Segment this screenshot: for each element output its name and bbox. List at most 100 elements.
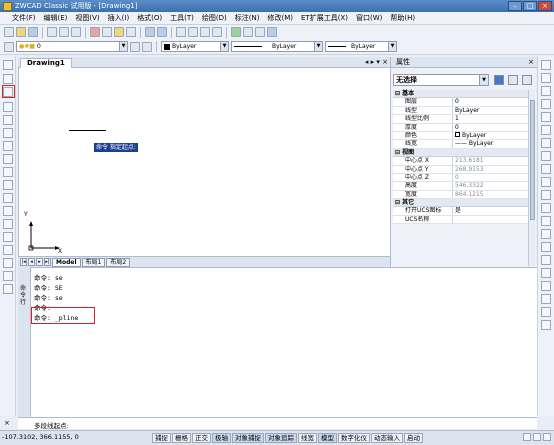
property-row[interactable]: 图层 0 xyxy=(393,98,528,107)
tab-layout1[interactable]: 布局1 xyxy=(81,257,106,267)
close-icon[interactable]: × xyxy=(4,419,16,427)
color-combo[interactable]: ByLayer ▼ xyxy=(161,41,229,52)
break-icon[interactable] xyxy=(541,203,551,213)
next-tab-icon[interactable]: ▸ xyxy=(36,258,43,266)
menu-file[interactable]: 文件(F) xyxy=(12,13,36,23)
status-ortho[interactable]: 正交 xyxy=(192,433,211,443)
dimension-aligned-icon[interactable] xyxy=(541,268,551,278)
arc-icon[interactable] xyxy=(3,128,13,138)
match-properties-icon[interactable] xyxy=(126,27,136,37)
stretch-icon[interactable] xyxy=(541,164,551,174)
selection-dropdown[interactable]: 无选择 ▼ xyxy=(393,74,489,86)
tab-layout2[interactable]: 布局2 xyxy=(106,257,131,267)
lineweight-combo[interactable]: ByLayer ▼ xyxy=(325,41,397,52)
property-row[interactable]: 中心点 Z0 xyxy=(393,173,528,183)
cut-icon[interactable] xyxy=(90,27,100,37)
ellipse-arc-icon[interactable] xyxy=(3,180,13,190)
polygon-icon[interactable] xyxy=(3,102,13,112)
chevron-down-icon[interactable]: ▼ xyxy=(119,42,127,51)
menu-view[interactable]: 视图(V) xyxy=(75,13,99,23)
print-icon[interactable] xyxy=(47,27,57,37)
property-row[interactable]: 厚度 0 xyxy=(393,123,528,132)
clean-screen-icon[interactable] xyxy=(543,433,551,441)
publish-icon[interactable] xyxy=(71,27,81,37)
menu-help[interactable]: 帮助(H) xyxy=(390,13,415,23)
property-row[interactable]: 线型 ByLayer xyxy=(393,106,528,116)
save-icon[interactable] xyxy=(28,27,38,37)
open-icon[interactable] xyxy=(16,27,26,37)
maximize-button[interactable]: □ xyxy=(523,1,537,11)
chevron-down-icon[interactable]: ▼ xyxy=(220,42,228,51)
property-row[interactable]: 高度 546.3322 xyxy=(393,182,528,191)
menu-draw[interactable]: 绘图(D) xyxy=(202,13,227,23)
menu-format[interactable]: 格式(O) xyxy=(137,13,162,23)
chevron-down-icon[interactable]: ▼ xyxy=(388,42,396,51)
drawing-tab-controls[interactable]: ◂ ▸ ▾ × xyxy=(365,58,388,66)
region-icon[interactable] xyxy=(3,258,13,268)
insert-block-icon[interactable] xyxy=(3,206,13,216)
tab-drawing1[interactable]: Drawing1 xyxy=(20,58,72,68)
select-objects-icon[interactable] xyxy=(508,75,518,85)
move-icon[interactable] xyxy=(541,125,551,135)
copy-icon[interactable] xyxy=(102,27,112,37)
property-row[interactable]: 线型比例 1 xyxy=(393,115,528,124)
preview-icon[interactable] xyxy=(59,27,69,37)
tolerance-icon[interactable] xyxy=(541,320,551,330)
tool-palette-icon[interactable] xyxy=(255,27,265,37)
close-button[interactable]: × xyxy=(538,1,552,11)
make-block-icon[interactable] xyxy=(3,219,13,229)
prev-tab-icon[interactable]: ◂ xyxy=(28,258,35,266)
layer-previous-icon[interactable] xyxy=(142,41,152,52)
command-prompt[interactable]: × 多段线起点: xyxy=(4,417,537,430)
linetype-combo[interactable]: ByLayer ▼ xyxy=(231,41,323,52)
table-icon[interactable] xyxy=(3,271,13,281)
properties-icon[interactable] xyxy=(243,27,253,37)
chamfer-icon[interactable] xyxy=(541,216,551,226)
dimension-radius-icon[interactable] xyxy=(541,281,551,291)
properties-scrollbar[interactable] xyxy=(528,90,535,266)
zoom-previous-icon[interactable] xyxy=(212,27,222,37)
layer-combo[interactable]: ● ✺ ■ 0 ▼ xyxy=(16,41,128,52)
leader-icon[interactable] xyxy=(541,307,551,317)
trim-icon[interactable] xyxy=(541,177,551,187)
make-current-layer-icon[interactable] xyxy=(130,41,140,52)
menu-window[interactable]: 窗口(W) xyxy=(356,13,382,23)
drawing-canvas[interactable]: 命令 指定起点: Y X xyxy=(18,68,390,256)
design-center-icon[interactable] xyxy=(231,27,241,37)
section-basic[interactable]: ⊟ 基本 xyxy=(393,90,528,99)
property-row[interactable]: 宽度 864.1215 xyxy=(393,190,528,200)
paste-icon[interactable] xyxy=(114,27,124,37)
menu-edit[interactable]: 编辑(E) xyxy=(44,13,68,23)
construction-line-icon[interactable] xyxy=(3,74,13,84)
property-row[interactable]: 打开UCS图标是 xyxy=(393,207,528,216)
line-icon[interactable] xyxy=(3,60,13,70)
point-icon[interactable] xyxy=(3,232,13,242)
menu-dimension[interactable]: 标注(N) xyxy=(235,13,260,23)
new-icon[interactable] xyxy=(4,27,14,37)
status-grid[interactable]: 栅格 xyxy=(172,433,191,443)
status-osnap[interactable]: 对象捕捉 xyxy=(232,433,264,443)
section-misc[interactable]: ⊟ 其它 xyxy=(393,199,528,208)
menu-insert[interactable]: 插入(I) xyxy=(108,13,130,23)
property-row[interactable]: 中心点 X 213.6181 xyxy=(393,157,528,166)
multiline-text-icon[interactable] xyxy=(3,284,13,294)
rotate-icon[interactable] xyxy=(541,138,551,148)
tab-model[interactable]: Model xyxy=(52,257,81,267)
status-dynamic-input[interactable]: 动态输入 xyxy=(371,433,403,443)
section-view[interactable]: ⊟ 视图 xyxy=(393,148,528,158)
quick-select-icon[interactable] xyxy=(522,75,532,85)
offset-icon[interactable] xyxy=(541,99,551,109)
revision-cloud-icon[interactable] xyxy=(3,193,13,203)
layer-manager-icon[interactable] xyxy=(4,41,14,52)
redo-icon[interactable] xyxy=(157,27,167,37)
menu-et-tools[interactable]: ET扩展工具(X) xyxy=(301,13,348,23)
status-otrack[interactable]: 对象追踪 xyxy=(265,433,297,443)
lock-icon[interactable] xyxy=(523,433,531,441)
status-lineweight[interactable]: 线宽 xyxy=(298,433,317,443)
workspace-icon[interactable] xyxy=(533,433,541,441)
zoom-realtime-icon[interactable] xyxy=(188,27,198,37)
dimension-angle-icon[interactable] xyxy=(541,294,551,304)
extend-icon[interactable] xyxy=(541,190,551,200)
explode-icon[interactable] xyxy=(541,242,551,252)
zoom-window-icon[interactable] xyxy=(200,27,210,37)
